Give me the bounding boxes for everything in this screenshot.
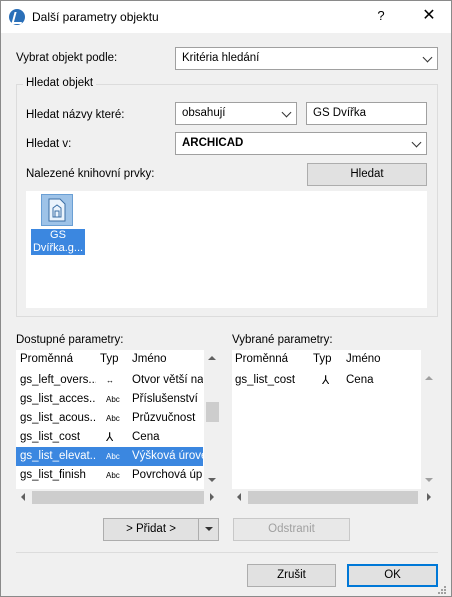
archicad-logo-icon: [9, 9, 25, 25]
table-row[interactable]: gs_left_overs... ↔ Otvor větší na...: [16, 371, 203, 390]
table-row[interactable]: gs_list_acces... Abc Příslušenství: [16, 390, 203, 409]
available-params-title: Dostupné parametry:: [16, 334, 124, 346]
available-list-header: Proměnná Typ Jméno: [16, 350, 221, 368]
title-bar: Další parametry objektu ? ✕: [1, 1, 451, 33]
table-row[interactable]: gs_list_acous... Abc Průzvučnost: [16, 409, 203, 428]
search-in-label: Hledat v:: [26, 138, 72, 150]
column-type[interactable]: Typ: [100, 353, 119, 365]
search-in-value: ARCHICAD: [182, 137, 244, 149]
chevron-down-icon: [281, 107, 292, 118]
cancel-button[interactable]: Zrušit: [247, 564, 336, 587]
chosen-params-title: Vybrané parametry:: [232, 334, 333, 346]
real-number-type-icon: ⅄: [106, 430, 114, 444]
search-group-title: Hledat objekt: [23, 77, 97, 89]
available-params-list[interactable]: Proměnná Typ Jméno gs_left_overs... ↔ Ot…: [16, 350, 221, 506]
table-row-selected[interactable]: gs_list_elevat... Abc Výšková úrove...: [16, 447, 203, 466]
text-type-icon: Abc: [106, 414, 120, 423]
names-input[interactable]: GS Dvířka: [306, 102, 427, 125]
column-name[interactable]: Jméno: [346, 353, 381, 365]
scroll-up-icon[interactable]: [208, 356, 216, 360]
names-label: Hledat názvy které:: [26, 109, 125, 121]
close-button[interactable]: ✕: [419, 6, 439, 26]
column-type[interactable]: Typ: [313, 353, 332, 365]
add-button[interactable]: > Přidat >: [103, 518, 198, 541]
scroll-down-icon[interactable]: [425, 478, 433, 482]
available-vertical-scrollbar[interactable]: [204, 350, 221, 489]
help-button[interactable]: ?: [371, 8, 391, 26]
column-variable[interactable]: Proměnná: [235, 353, 288, 365]
available-horizontal-scrollbar[interactable]: [16, 489, 221, 506]
scroll-left-icon[interactable]: [237, 493, 241, 501]
ok-button[interactable]: OK: [347, 564, 438, 587]
found-item-label[interactable]: GS Dvířka.g...: [31, 229, 85, 255]
names-mode-value: obsahují: [182, 107, 226, 119]
scroll-thumb[interactable]: [206, 402, 219, 422]
chosen-list-header: Proměnná Typ Jméno: [232, 350, 438, 368]
chosen-params-list[interactable]: Proměnná Typ Jméno gs_list_cost ⅄ Cena: [232, 350, 438, 506]
select-by-dropdown[interactable]: Kritéria hledání: [175, 47, 438, 70]
chevron-down-icon: [205, 527, 213, 531]
text-type-icon: Abc: [106, 471, 120, 480]
select-by-value: Kritéria hledání: [182, 52, 260, 64]
table-row[interactable]: gs_list_cost ⅄ Cena: [232, 371, 420, 390]
search-in-dropdown[interactable]: ARCHICAD: [175, 132, 427, 155]
column-variable[interactable]: Proměnná: [20, 353, 73, 365]
scroll-right-icon[interactable]: [427, 493, 431, 501]
library-part-icon[interactable]: [41, 194, 73, 226]
scroll-thumb[interactable]: [248, 491, 418, 504]
window-title: Další parametry objektu: [32, 10, 159, 24]
select-by-label: Vybrat objekt podle:: [16, 52, 118, 64]
column-name[interactable]: Jméno: [132, 353, 167, 365]
add-options-button[interactable]: [198, 518, 219, 541]
search-button[interactable]: Hledat: [307, 163, 427, 186]
text-type-icon: Abc: [106, 452, 120, 461]
text-type-icon: Abc: [106, 395, 120, 404]
resize-grip-icon[interactable]: [437, 585, 447, 595]
scroll-thumb[interactable]: [32, 491, 204, 504]
real-number-type-icon: ⅄: [322, 373, 330, 387]
chosen-vertical-scrollbar[interactable]: [421, 350, 438, 489]
found-label: Nalezené knihovní prvky:: [26, 168, 155, 180]
dimension-type-icon: ↔: [106, 376, 114, 385]
chosen-horizontal-scrollbar[interactable]: [232, 489, 438, 506]
table-row[interactable]: gs_list_finish Abc Povrchová úp...: [16, 466, 203, 485]
chevron-down-icon: [422, 52, 433, 63]
scroll-left-icon[interactable]: [21, 493, 25, 501]
separator: [16, 552, 438, 553]
names-mode-dropdown[interactable]: obsahují: [175, 102, 297, 125]
scroll-right-icon[interactable]: [210, 493, 214, 501]
table-row[interactable]: gs_list_cost ⅄ Cena: [16, 428, 203, 447]
scroll-up-icon[interactable]: [425, 376, 433, 380]
dialog-window: Další parametry objektu ? ✕ Vybrat objek…: [0, 0, 452, 597]
remove-button[interactable]: Odstranit: [233, 518, 350, 541]
scroll-down-icon[interactable]: [208, 478, 216, 482]
chevron-down-icon: [411, 137, 422, 148]
found-items-panel: [26, 191, 427, 308]
